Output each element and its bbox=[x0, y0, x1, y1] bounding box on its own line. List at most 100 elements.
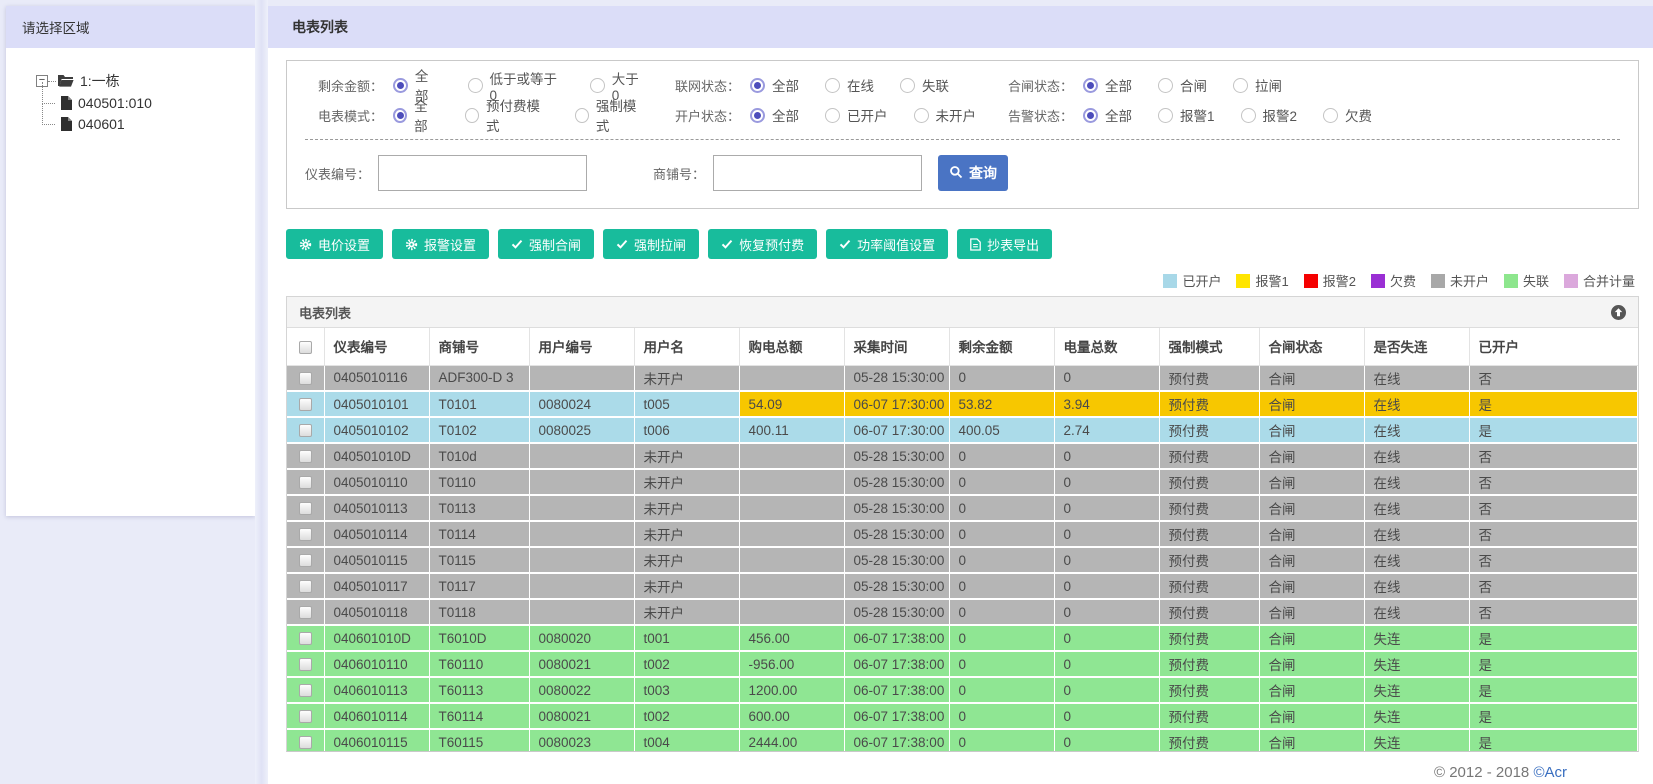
table-row[interactable]: 0406010110 T60110 0080021 t002 -956.00 06-07 … bbox=[287, 651, 1638, 678]
radio-option[interactable]: 报警2 bbox=[1240, 105, 1297, 125]
radio-option[interactable]: 未开户 bbox=[913, 105, 976, 125]
row-checkbox[interactable] bbox=[298, 632, 312, 646]
query-button[interactable]: 查询 bbox=[938, 155, 1009, 191]
action-button-恢复预付费[interactable]: 恢复预付费 bbox=[708, 229, 818, 259]
meter-no-input[interactable] bbox=[378, 155, 588, 191]
action-button-强制合闸[interactable]: 强制合闸 bbox=[498, 229, 595, 259]
radio-icon[interactable] bbox=[900, 77, 915, 93]
row-checkbox[interactable] bbox=[298, 580, 312, 594]
radio-icon[interactable] bbox=[393, 107, 408, 123]
row-checkbox[interactable] bbox=[298, 606, 312, 620]
radio-icon[interactable] bbox=[467, 77, 483, 93]
table-row[interactable]: 0405010115 T0115 未开户 05-28 15:30:00 0 0 预付费 合闸在… bbox=[287, 547, 1638, 574]
table-row[interactable]: 0405010101 T0101 0080024 t005 54.09 06-07 17:… bbox=[287, 391, 1638, 418]
radio-icon[interactable] bbox=[825, 77, 840, 93]
radio-option[interactable]: 欠费 bbox=[1323, 105, 1372, 125]
column-header[interactable]: 剩余金额 bbox=[949, 328, 1055, 366]
column-header[interactable]: 是否失连 bbox=[1364, 328, 1470, 366]
row-checkbox[interactable] bbox=[298, 424, 312, 438]
row-checkbox[interactable] bbox=[298, 398, 312, 412]
radio-option[interactable]: 全部 bbox=[1083, 75, 1132, 95]
radio-icon[interactable] bbox=[393, 77, 408, 93]
radio-option[interactable]: 全部 bbox=[750, 75, 799, 95]
radio-icon[interactable] bbox=[589, 77, 605, 93]
tree-node-040601[interactable]: 040601 bbox=[42, 103, 255, 134]
tree-node-040501:010[interactable]: 040501:010 bbox=[42, 82, 255, 113]
radio-icon[interactable] bbox=[913, 107, 929, 123]
table-cell: 0405010116 bbox=[324, 365, 430, 392]
column-header[interactable]: 电量总数 bbox=[1054, 328, 1160, 366]
radio-icon[interactable] bbox=[750, 77, 765, 93]
action-button-抄表导出[interactable]: 抄表导出 bbox=[957, 229, 1053, 259]
radio-option[interactable]: 拉闸 bbox=[1233, 75, 1282, 95]
tree-node-label[interactable]: 040601 bbox=[78, 116, 125, 132]
row-checkbox[interactable] bbox=[298, 528, 312, 542]
column-header[interactable]: 商铺号 bbox=[429, 328, 530, 366]
radio-icon[interactable] bbox=[574, 107, 589, 123]
radio-icon[interactable] bbox=[1158, 107, 1173, 123]
column-header[interactable]: 采集时间 bbox=[844, 328, 950, 366]
radio-icon[interactable] bbox=[1233, 77, 1248, 93]
row-checkbox[interactable] bbox=[298, 684, 312, 698]
radio-option[interactable]: 全部 bbox=[1083, 105, 1132, 125]
row-checkbox[interactable] bbox=[298, 450, 312, 464]
radio-icon[interactable] bbox=[1323, 107, 1339, 123]
column-header[interactable]: 用户名 bbox=[634, 328, 740, 366]
table-row[interactable]: 0406010114 T60114 0080021 t002 600.00 06-07 1… bbox=[287, 703, 1638, 730]
column-header[interactable]: 已开户 bbox=[1469, 328, 1638, 366]
table-row[interactable]: 0405010118 T0118 未开户 05-28 15:30:00 0 0 预付费 合闸在… bbox=[287, 599, 1638, 626]
radio-icon[interactable] bbox=[1158, 77, 1173, 93]
tree-root-label[interactable]: 1:一栋 bbox=[80, 71, 120, 91]
action-button-电价设置[interactable]: 电价设置 bbox=[286, 229, 384, 259]
radio-option[interactable]: 报警1 bbox=[1158, 105, 1215, 125]
row-checkbox[interactable] bbox=[298, 658, 312, 672]
column-header[interactable]: 仪表编号 bbox=[324, 328, 430, 366]
row-checkbox[interactable] bbox=[298, 476, 312, 490]
radio-icon[interactable] bbox=[1083, 107, 1098, 123]
radio-option[interactable]: 已开户 bbox=[825, 105, 888, 125]
radio-option[interactable]: 在线 bbox=[825, 75, 874, 95]
table-row[interactable]: 0406010113 T60113 0080022 t003 1200.00 06-07 … bbox=[287, 677, 1638, 704]
action-button-强制拉闸[interactable]: 强制拉闸 bbox=[603, 229, 700, 259]
action-button-报警设置[interactable]: 报警设置 bbox=[392, 229, 490, 259]
table-cell: 未开户 bbox=[634, 599, 740, 626]
radio-option-label: 报警1 bbox=[1180, 109, 1215, 124]
column-header[interactable]: 合闸状态 bbox=[1259, 328, 1365, 366]
radio-option[interactable]: 强制模式 bbox=[574, 95, 646, 135]
tree-node-label[interactable]: 040501:010 bbox=[78, 95, 152, 111]
column-header[interactable]: 用户编号 bbox=[529, 328, 635, 366]
radio-option[interactable]: 全部 bbox=[393, 95, 439, 135]
radio-option-label: 全部 bbox=[1105, 79, 1132, 94]
radio-icon[interactable] bbox=[750, 107, 765, 123]
radio-option[interactable]: 预付费模式 bbox=[464, 95, 549, 135]
row-checkbox[interactable] bbox=[298, 554, 312, 568]
row-checkbox[interactable] bbox=[298, 736, 312, 750]
table-row[interactable]: 0405010114 T0114 未开户 05-28 15:30:00 0 0 预付费 合闸在… bbox=[287, 521, 1638, 548]
radio-option[interactable]: 合闸 bbox=[1158, 75, 1207, 95]
copyright-link[interactable]: ©Acr bbox=[1533, 764, 1567, 781]
table-row[interactable]: 040501010D T010d 未开户 05-28 15:30:00 0 0 预付费 合闸在… bbox=[287, 443, 1638, 470]
shop-no-input[interactable] bbox=[713, 155, 923, 191]
table-row[interactable]: 0406010115 T60115 0080023 t004 2444.00 06-07 … bbox=[287, 729, 1638, 751]
radio-option[interactable]: 全部 bbox=[750, 105, 799, 125]
radio-icon[interactable] bbox=[1240, 107, 1256, 123]
select-all-checkbox[interactable] bbox=[298, 340, 312, 354]
row-checkbox[interactable] bbox=[298, 710, 312, 724]
column-header[interactable]: 购电总额 bbox=[739, 328, 845, 366]
column-header[interactable]: 强制模式 bbox=[1159, 328, 1260, 366]
table-row[interactable]: 0405010116 ADF300-D 3 未开户 05-28 15:30:00 0 0 预… bbox=[287, 365, 1638, 392]
tree-root-node[interactable]: − 1:一栋 bbox=[36, 70, 255, 92]
arrow-up-circle-icon[interactable] bbox=[1611, 304, 1626, 320]
table-row[interactable]: 0405010102 T0102 0080025 t006 400.11 06-07 17… bbox=[287, 417, 1638, 444]
row-checkbox[interactable] bbox=[298, 502, 312, 516]
radio-icon[interactable] bbox=[1083, 77, 1098, 93]
table-row[interactable]: 0405010110 T0110 未开户 05-28 15:30:00 0 0 预付费 合闸在… bbox=[287, 469, 1638, 496]
radio-icon[interactable] bbox=[825, 107, 840, 123]
table-row[interactable]: 0405010113 T0113 未开户 05-28 15:30:00 0 0 预付费 合闸在… bbox=[287, 495, 1638, 522]
table-row[interactable]: 040601010D T6010D 0080020 t001 456.00 06-07 1… bbox=[287, 625, 1638, 652]
radio-option[interactable]: 失联 bbox=[900, 75, 949, 95]
table-row[interactable]: 0405010117 T0117 未开户 05-28 15:30:00 0 0 预付费 合闸在… bbox=[287, 573, 1638, 600]
radio-icon[interactable] bbox=[464, 107, 480, 123]
action-button-功率阈值设置[interactable]: 功率阈值设置 bbox=[826, 229, 949, 259]
row-checkbox[interactable] bbox=[298, 372, 312, 386]
